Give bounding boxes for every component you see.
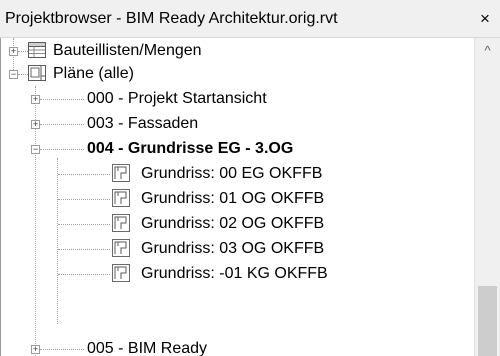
vertical-scrollbar[interactable]: ^ bbox=[474, 38, 500, 356]
tree-item-schedules[interactable]: + Bauteillisten/Mengen bbox=[1, 38, 474, 63]
floor-plan-view-icon bbox=[112, 164, 130, 182]
expand-plus-icon[interactable]: + bbox=[31, 95, 40, 104]
scroll-up-arrow-icon[interactable]: ^ bbox=[475, 40, 500, 62]
tree-item-label: Grundriss: 00 EG OKFFB bbox=[141, 165, 323, 182]
tree-item-label: Grundriss: 01 OG OKFFB bbox=[141, 190, 325, 207]
project-browser-panel: Projektbrowser - BIM Ready Architektur.o… bbox=[0, 0, 500, 356]
expand-plus-icon[interactable]: + bbox=[9, 47, 18, 56]
tree-item-label: 005 - BIM Ready bbox=[87, 340, 208, 356]
tree-item-label: 003 - Fassaden bbox=[87, 115, 199, 132]
schedule-table-icon bbox=[28, 42, 46, 58]
scrollbar-thumb[interactable] bbox=[478, 286, 497, 356]
tree-item-label: 004 - Grundrisse EG - 3.OG bbox=[87, 140, 294, 157]
tree-item-label: Grundriss: -01 KG OKFFB bbox=[141, 265, 328, 282]
tree-item-view[interactable]: Grundriss: 01 OG OKFFB bbox=[1, 186, 474, 211]
collapse-minus-icon[interactable]: − bbox=[9, 70, 18, 79]
tree-item-label: Bauteillisten/Mengen bbox=[53, 42, 202, 59]
floor-plan-view-icon bbox=[112, 264, 130, 282]
expand-plus-icon[interactable]: + bbox=[31, 345, 40, 354]
tree-item-label: Grundriss: 02 OG OKFFB bbox=[141, 215, 325, 232]
tree-item-view[interactable]: Grundriss: -01 KG OKFFB bbox=[1, 261, 474, 286]
tree-item-view[interactable]: Grundriss: 02 OG OKFFB bbox=[1, 211, 474, 236]
collapse-minus-icon[interactable]: − bbox=[31, 145, 40, 154]
tree-item-view[interactable]: Grundriss: 03 OG OKFFB bbox=[1, 236, 474, 261]
tree-item-sheet-group[interactable]: + 005 - BIM Ready bbox=[1, 336, 474, 356]
panel-title: Projektbrowser - BIM Ready Architektur.o… bbox=[5, 10, 338, 27]
tree-item-label: Pläne (alle) bbox=[53, 65, 134, 82]
tree-item-sheet-group-selected[interactable]: − 004 - Grundrisse EG - 3.OG bbox=[1, 136, 474, 161]
tree-item-sheet-group[interactable]: + 003 - Fassaden bbox=[1, 111, 474, 136]
panel-title-bar[interactable]: Projektbrowser - BIM Ready Architektur.o… bbox=[0, 0, 500, 38]
tree-item-label: Grundriss: 03 OG OKFFB bbox=[141, 240, 325, 257]
tree-item-sheet-group[interactable]: + 000 - Projekt Startansicht bbox=[1, 86, 474, 111]
tree-item-view[interactable]: Grundriss: 00 EG OKFFB bbox=[1, 161, 474, 186]
tree-item-label: 000 - Projekt Startansicht bbox=[87, 90, 267, 107]
sheet-set-icon bbox=[28, 65, 46, 81]
expand-plus-icon[interactable]: + bbox=[31, 120, 40, 129]
tree-item-sheets[interactable]: − Pläne (alle) bbox=[1, 61, 474, 86]
floor-plan-view-icon bbox=[112, 214, 130, 232]
close-button[interactable]: × bbox=[470, 0, 500, 37]
project-tree: + Bauteillisten/Mengen − Pläne (alle) + … bbox=[0, 38, 474, 356]
floor-plan-view-icon bbox=[112, 239, 130, 257]
floor-plan-view-icon bbox=[112, 189, 130, 207]
